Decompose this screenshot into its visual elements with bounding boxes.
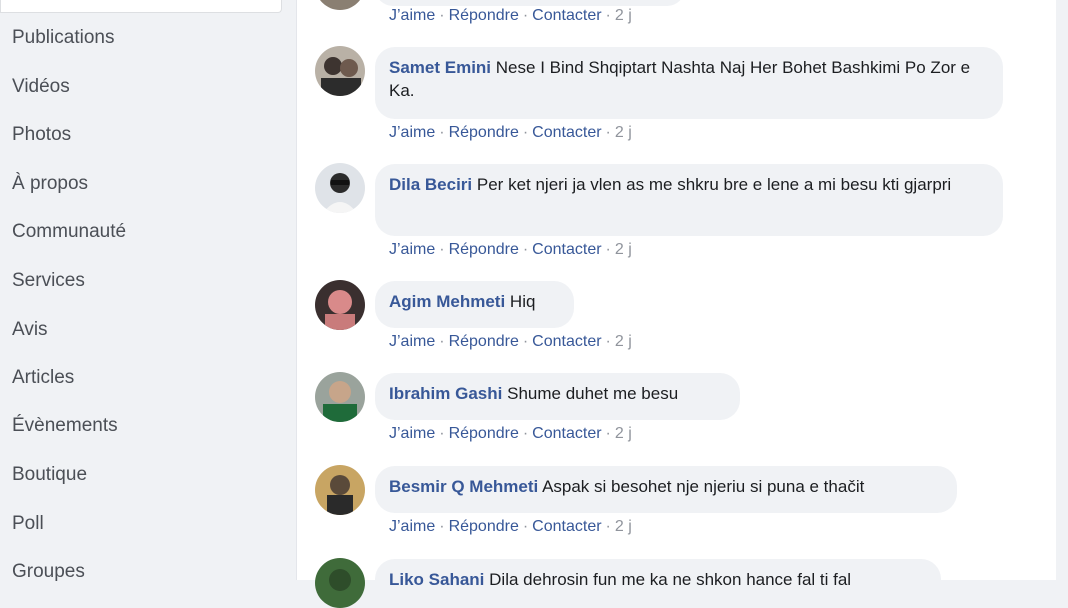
sidebar-item-groups[interactable]: Groupes — [12, 560, 85, 584]
comment-actions: J’aime · Répondre · Contacter · 2 j — [389, 7, 632, 25]
comment-text: Shume duhet me besu — [507, 384, 679, 403]
contact-link[interactable]: Contacter — [532, 124, 601, 141]
reply-link[interactable]: Répondre — [449, 425, 519, 442]
sidebar-item-events[interactable]: Évènements — [12, 414, 118, 438]
reply-link[interactable]: Répondre — [449, 124, 519, 141]
contact-link[interactable]: Contacter — [532, 241, 601, 258]
comment-timestamp[interactable]: 2 j — [615, 425, 632, 442]
sidebar-item-articles[interactable]: Articles — [12, 366, 74, 390]
comment-timestamp[interactable]: 2 j — [615, 241, 632, 258]
comment-text: Per ket njeri ja vlen as me shkru bre e … — [476, 175, 952, 194]
comment-timestamp[interactable]: 2 j — [615, 7, 632, 24]
sidebar-item-poll[interactable]: Poll — [12, 512, 44, 536]
reply-link[interactable]: Répondre — [449, 241, 519, 258]
comment-author[interactable]: Samet Emini — [389, 58, 491, 77]
comment-bubble: Liko Sahani Dila dehrosin fun me ka ne s… — [375, 559, 941, 606]
comment-bubble: Besmir Q Mehmeti Aspak si besohet nje nj… — [375, 466, 957, 513]
separator: · — [439, 518, 445, 535]
reply-link[interactable]: Répondre — [449, 7, 519, 24]
sidebar-selected-item[interactable] — [0, 0, 282, 13]
like-link[interactable]: J’aime — [389, 241, 435, 258]
separator: · — [522, 425, 529, 442]
comment-bubble: Agim Mehmeti Hiq — [375, 281, 574, 328]
separator: · — [522, 241, 529, 258]
avatar[interactable] — [315, 372, 365, 422]
comment-bubble: Dila Beciri Per ket njeri ja vlen as me … — [375, 164, 1003, 236]
sidebar-item-about[interactable]: À propos — [12, 172, 88, 196]
separator: · — [439, 124, 445, 141]
sidebar-item-shop[interactable]: Boutique — [12, 463, 87, 487]
like-link[interactable]: J’aime — [389, 518, 435, 535]
comment-text: Aspak si besohet nje njeriu si puna e th… — [542, 477, 865, 496]
comment-actions: J’aime · Répondre · Contacter · 2 j — [389, 241, 632, 259]
contact-link[interactable]: Contacter — [532, 518, 601, 535]
separator: · — [439, 333, 445, 350]
separator: · — [605, 425, 611, 442]
comment-author[interactable]: Dila Beciri — [389, 175, 472, 194]
avatar[interactable] — [315, 280, 365, 330]
comment-author[interactable]: Agim Mehmeti — [389, 292, 505, 311]
separator: · — [605, 333, 611, 350]
comment-author[interactable]: Ibrahim Gashi — [389, 384, 502, 403]
like-link[interactable]: J’aime — [389, 333, 435, 350]
like-link[interactable]: J’aime — [389, 7, 435, 24]
reply-link[interactable]: Répondre — [449, 518, 519, 535]
comment-timestamp[interactable]: 2 j — [615, 124, 632, 141]
avatar[interactable] — [315, 0, 365, 10]
sidebar-item-publications[interactable]: Publications — [12, 26, 114, 50]
comments-panel: J’aime · Répondre · Contacter · 2 j Samet Emin… — [296, 0, 1058, 608]
contact-link[interactable]: Contacter — [532, 333, 601, 350]
separator: · — [439, 7, 445, 24]
avatar[interactable] — [315, 558, 365, 608]
contact-link[interactable]: Contacter — [532, 7, 601, 24]
separator: · — [605, 518, 611, 535]
sidebar-item-videos[interactable]: Vidéos — [12, 75, 70, 99]
comment-bubble: Samet Emini Nese I Bind Shqiptart Nashta… — [375, 47, 1003, 119]
separator: · — [522, 333, 529, 350]
sidebar-item-reviews[interactable]: Avis — [12, 318, 48, 342]
page-background-strip — [1056, 0, 1068, 580]
comment-bubble: Ibrahim Gashi Shume duhet me besu — [375, 373, 740, 420]
separator: · — [439, 425, 445, 442]
comment-author[interactable]: Besmir Q Mehmeti — [389, 477, 538, 496]
comment-actions: J’aime · Répondre · Contacter · 2 j — [389, 425, 632, 443]
like-link[interactable]: J’aime — [389, 425, 435, 442]
separator: · — [522, 124, 529, 141]
separator: · — [439, 241, 445, 258]
separator: · — [605, 241, 611, 258]
sidebar-item-photos[interactable]: Photos — [12, 123, 71, 147]
avatar[interactable] — [315, 46, 365, 96]
sidebar-item-community[interactable]: Communauté — [12, 220, 126, 244]
comment-actions: J’aime · Répondre · Contacter · 2 j — [389, 333, 632, 351]
comment-actions: J’aime · Répondre · Contacter · 2 j — [389, 518, 632, 536]
sidebar-item-services[interactable]: Services — [12, 269, 85, 293]
page-sidebar: Publications Vidéos Photos À propos Comm… — [0, 0, 296, 582]
avatar[interactable] — [315, 465, 365, 515]
comment-timestamp[interactable]: 2 j — [615, 518, 632, 535]
avatar[interactable] — [315, 163, 365, 213]
contact-link[interactable]: Contacter — [532, 425, 601, 442]
like-link[interactable]: J’aime — [389, 124, 435, 141]
comment-actions: J’aime · Répondre · Contacter · 2 j — [389, 124, 632, 142]
separator: · — [605, 7, 611, 24]
reply-link[interactable]: Répondre — [449, 333, 519, 350]
separator: · — [605, 124, 611, 141]
comment-bubble — [375, 0, 685, 6]
comment-timestamp[interactable]: 2 j — [615, 333, 632, 350]
comment-text: Hiq — [509, 292, 536, 311]
separator: · — [522, 7, 529, 24]
separator: · — [522, 518, 529, 535]
